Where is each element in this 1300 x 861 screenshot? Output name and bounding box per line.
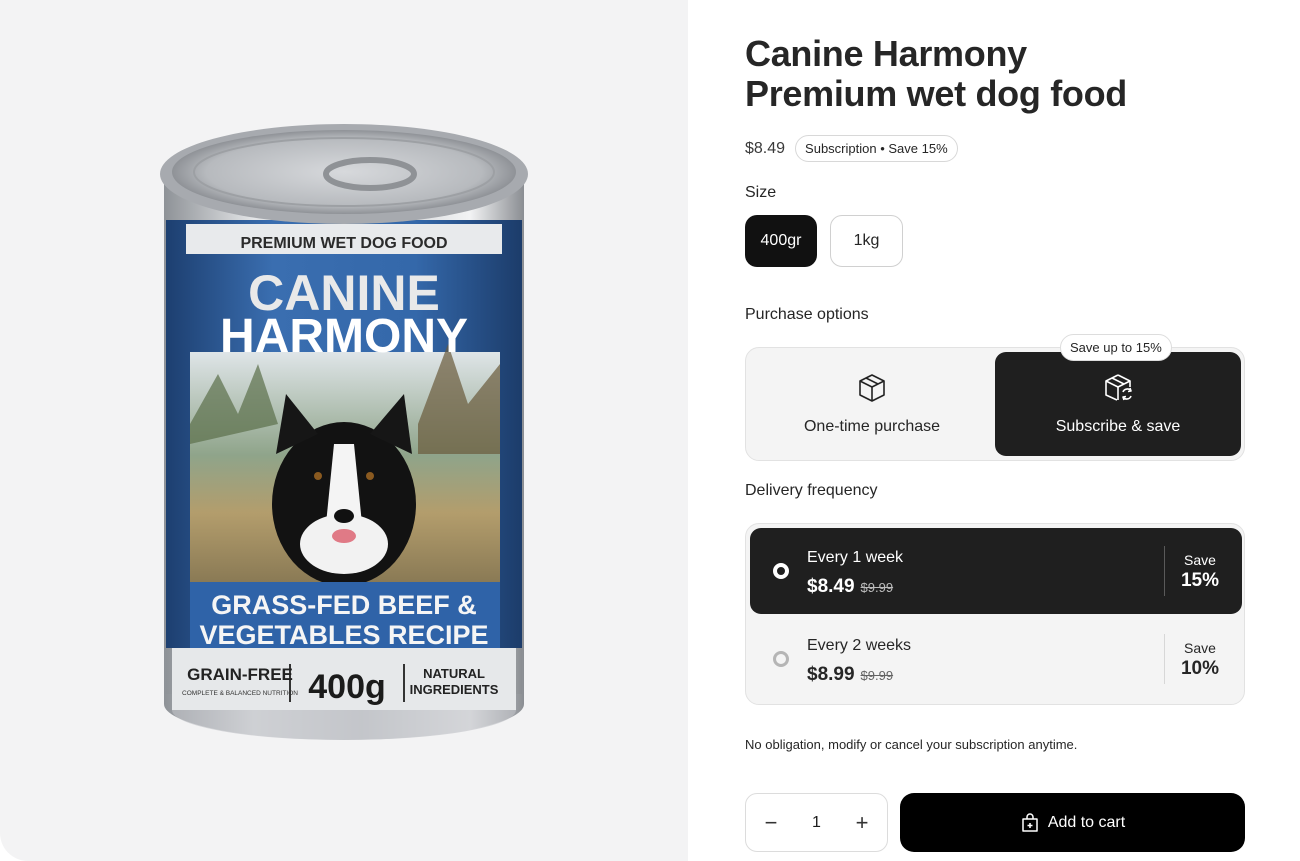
savings-label: Save xyxy=(1184,552,1216,568)
divider xyxy=(1164,546,1165,596)
subscription-note: No obligation, modify or cancel your sub… xyxy=(745,737,1078,752)
subscribe-save-option[interactable]: Subscribe & save xyxy=(995,352,1241,456)
add-to-cart-button[interactable]: Add to cart xyxy=(900,793,1245,852)
radio-unselected-icon[interactable] xyxy=(773,651,789,667)
savings-value: 15% xyxy=(1180,570,1220,591)
frequency-price: $8.49 $9.99 xyxy=(807,576,893,598)
size-label: Size xyxy=(745,184,777,201)
add-to-cart-label: Add to cart xyxy=(1047,813,1126,831)
savings-label: Save xyxy=(1184,640,1216,656)
savings-value: 10% xyxy=(1180,658,1220,679)
frequency-savings: Save 10% xyxy=(1170,640,1230,680)
product-title: Canine Harmony Premium wet dog food xyxy=(745,34,1245,114)
frequency-price-was: $9.99 xyxy=(860,668,894,683)
can-natural-line1: NATURAL xyxy=(423,666,485,681)
delivery-frequency-label: Delivery frequency xyxy=(745,482,878,499)
product-info-panel: Canine Harmony Premium wet dog food $8.4… xyxy=(745,0,1245,861)
subscribe-save-label: Subscribe & save xyxy=(1055,418,1181,435)
subscription-badge: Subscription • Save 15% xyxy=(795,135,958,162)
price-row: $8.49 Subscription • Save 15% xyxy=(745,135,958,162)
frequency-name: Every 1 week xyxy=(807,549,904,566)
frequency-option-every-1-week[interactable]: Every 1 week $8.49 $9.99 Save 15% xyxy=(750,528,1242,614)
frequency-price-now: $8.49 xyxy=(807,576,855,597)
frequency-price-now: $8.99 xyxy=(807,664,855,685)
can-weight: 400g xyxy=(308,668,386,706)
size-option-400gr[interactable]: 400gr xyxy=(745,215,817,267)
frequency-price-was: $9.99 xyxy=(860,580,894,595)
dog-food-can-image: PREMIUM WET DOG FOOD CANINE HARMONY GRAS… xyxy=(160,124,528,740)
product-title-line2: Premium wet dog food xyxy=(745,73,1128,114)
box-icon xyxy=(859,374,885,402)
increase-quantity-button[interactable]: + xyxy=(853,810,871,836)
frequency-price: $8.99 $9.99 xyxy=(807,664,893,686)
can-brand-line2: HARMONY xyxy=(220,310,468,363)
can-natural-line2: INGREDIENTS xyxy=(410,682,499,697)
product-title-line1: Canine Harmony xyxy=(745,33,1027,74)
box-refresh-icon xyxy=(1105,374,1132,401)
purchase-options-label: Purchase options xyxy=(745,306,869,323)
size-option-1kg[interactable]: 1kg xyxy=(830,215,903,267)
divider xyxy=(1164,634,1165,684)
product-image-panel: PREMIUM WET DOG FOOD CANINE HARMONY GRAS… xyxy=(0,0,688,861)
frequency-name: Every 2 weeks xyxy=(807,637,912,654)
can-complete-nutrition: COMPLETE & BALANCED NUTRITION xyxy=(182,690,298,697)
one-time-purchase-option[interactable]: One-time purchase xyxy=(749,352,995,456)
purchase-options-group: One-time purchase Subscribe & save Save … xyxy=(745,334,1245,461)
can-grain-free: GRAIN-FREE xyxy=(187,665,293,684)
product-price: $8.49 xyxy=(745,139,786,157)
cart-bag-icon xyxy=(1022,812,1038,832)
decrease-quantity-button[interactable]: − xyxy=(762,810,780,836)
delivery-frequency-group: Every 1 week $8.49 $9.99 Save 15% Every … xyxy=(745,523,1245,705)
frequency-option-every-2-weeks[interactable]: Every 2 weeks $8.99 $9.99 Save 10% xyxy=(750,616,1242,702)
can-recipe-line1: GRASS-FED BEEF & xyxy=(211,590,477,620)
can-recipe-line2: VEGETABLES RECIPE xyxy=(199,620,488,650)
radio-selected-icon[interactable] xyxy=(773,563,789,579)
frequency-savings: Save 15% xyxy=(1170,552,1230,592)
quantity-value[interactable]: 1 xyxy=(812,814,821,832)
can-top-text: PREMIUM WET DOG FOOD xyxy=(240,235,447,252)
quantity-stepper: − 1 + xyxy=(745,793,888,852)
one-time-purchase-label: One-time purchase xyxy=(803,418,941,435)
save-up-to-pill: Save up to 15% xyxy=(1060,334,1172,361)
